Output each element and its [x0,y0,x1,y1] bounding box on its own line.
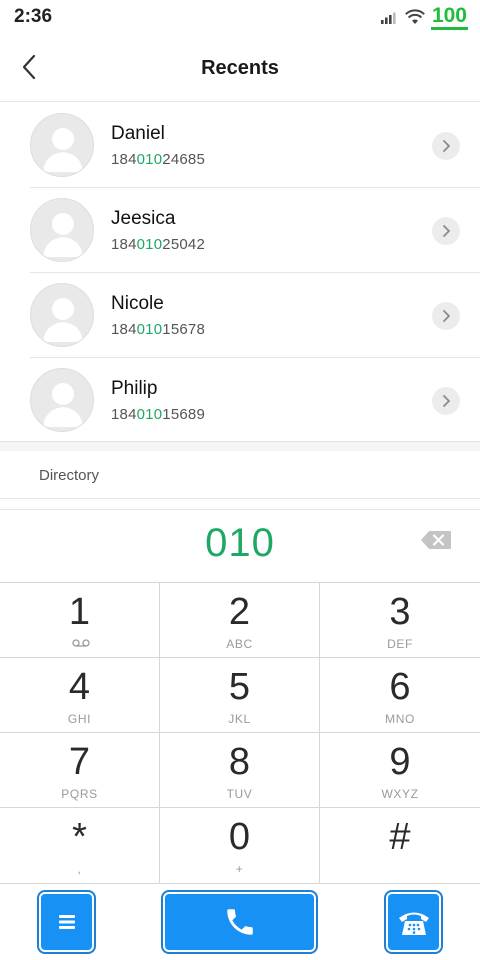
key-0[interactable]: 0 + [160,808,320,884]
directory-row[interactable]: Directory [0,451,480,499]
status-icons: 100 [380,4,468,30]
key-digit: * [72,816,87,858]
contact-row[interactable]: Jeesica 18401025042 [0,188,480,273]
key-6[interactable]: 6 MNO [320,658,480,733]
bottom-action-bar [0,884,480,960]
key-7[interactable]: 7 PQRS [0,733,160,808]
chevron-right-icon [443,395,450,407]
key-5[interactable]: 5 JKL [160,658,320,733]
wifi-icon [405,9,425,24]
contact-row[interactable]: Philip 18401015689 [0,358,480,443]
key-digit: 7 [68,741,91,783]
contact-number: 18401025042 [111,236,205,253]
voicemail-icon [72,639,90,647]
avatar [30,283,94,347]
key-digit: 4 [68,666,91,708]
backspace-button[interactable] [420,530,452,552]
contact-name: Nicole [111,293,164,314]
contact-number: 18401024685 [111,151,205,168]
dialed-number: 010 [205,521,275,565]
key-letters: DEF [387,637,413,651]
dialed-number-display: 010 [0,509,480,583]
menu-icon [58,915,75,929]
key-8[interactable]: 8 TUV [160,733,320,808]
key-digit: 2 [228,591,251,633]
number-match-highlight: 010 [136,406,163,423]
page-title: Recents [201,57,279,79]
person-placeholder-icon [43,298,83,342]
phone-icon [226,909,253,935]
key-3[interactable]: 3 DEF [320,583,480,658]
chevron-right-icon [443,310,450,322]
key-digit: 6 [389,666,411,708]
key-letters: , [77,862,82,876]
avatar [30,368,94,432]
contact-detail-button[interactable] [432,132,460,160]
key-4[interactable]: 4 GHI [0,658,160,733]
key-letters: WXYZ [381,787,419,801]
contact-number: 18401015689 [111,406,205,423]
contact-row[interactable]: Nicole 18401015678 [0,273,480,358]
contact-name: Daniel [111,123,165,144]
key-digit: 8 [228,741,251,783]
key-letters: PQRS [61,787,98,801]
key-digit: 0 [228,816,251,858]
person-placeholder-icon [43,383,83,427]
number-match-highlight: 010 [136,236,163,253]
top-app-bar: Recents [0,34,480,102]
contact-detail-button[interactable] [432,387,460,415]
section-separator [0,441,480,451]
key-2[interactable]: 2 ABC [160,583,320,658]
dialpad-toggle-button[interactable] [386,892,441,952]
dialpad: 1 2 ABC 3 DEF 4 GHI 5 JKL 6 MNO 7 PQRS 8… [0,583,480,884]
recents-list: Daniel 18401024685 Jeesica 18401025042 N… [0,103,480,443]
avatar [30,198,94,262]
menu-button[interactable] [39,892,94,952]
key-star[interactable]: * , [0,808,160,884]
key-digit: 1 [68,591,91,633]
person-placeholder-icon [43,213,83,257]
call-button[interactable] [163,892,316,952]
contact-name: Philip [111,378,158,399]
number-match-highlight: 010 [136,321,163,338]
key-digit: 5 [228,666,251,708]
backspace-icon [421,531,451,549]
person-placeholder-icon [43,128,83,172]
contact-number: 18401015678 [111,321,205,338]
directory-label: Directory [39,467,100,484]
dialpad-phone-icon [398,912,429,935]
key-letters: + [235,862,244,876]
contact-row[interactable]: Daniel 18401024685 [0,103,480,188]
key-1[interactable]: 1 [0,583,160,658]
key-letters: MNO [385,712,415,726]
key-digit: 3 [389,591,411,633]
chevron-right-icon [443,225,450,237]
signal-icon [380,12,396,24]
key-9[interactable]: 9 WXYZ [320,733,480,808]
battery-level: 100 [430,4,468,30]
status-bar: 2:36 100 [0,0,480,34]
key-digit: # [389,816,411,858]
avatar [30,113,94,177]
chevron-right-icon [443,140,450,152]
key-letters: JKL [228,712,251,726]
key-digit: 9 [389,741,411,783]
contact-name: Jeesica [111,208,176,229]
key-letters: ABC [226,637,253,651]
contact-detail-button[interactable] [432,217,460,245]
contact-detail-button[interactable] [432,302,460,330]
status-time: 2:36 [14,6,53,27]
key-hash[interactable]: # [320,808,480,884]
number-match-highlight: 010 [136,151,163,168]
key-letters: GHI [67,712,92,726]
key-letters: TUV [226,787,253,801]
